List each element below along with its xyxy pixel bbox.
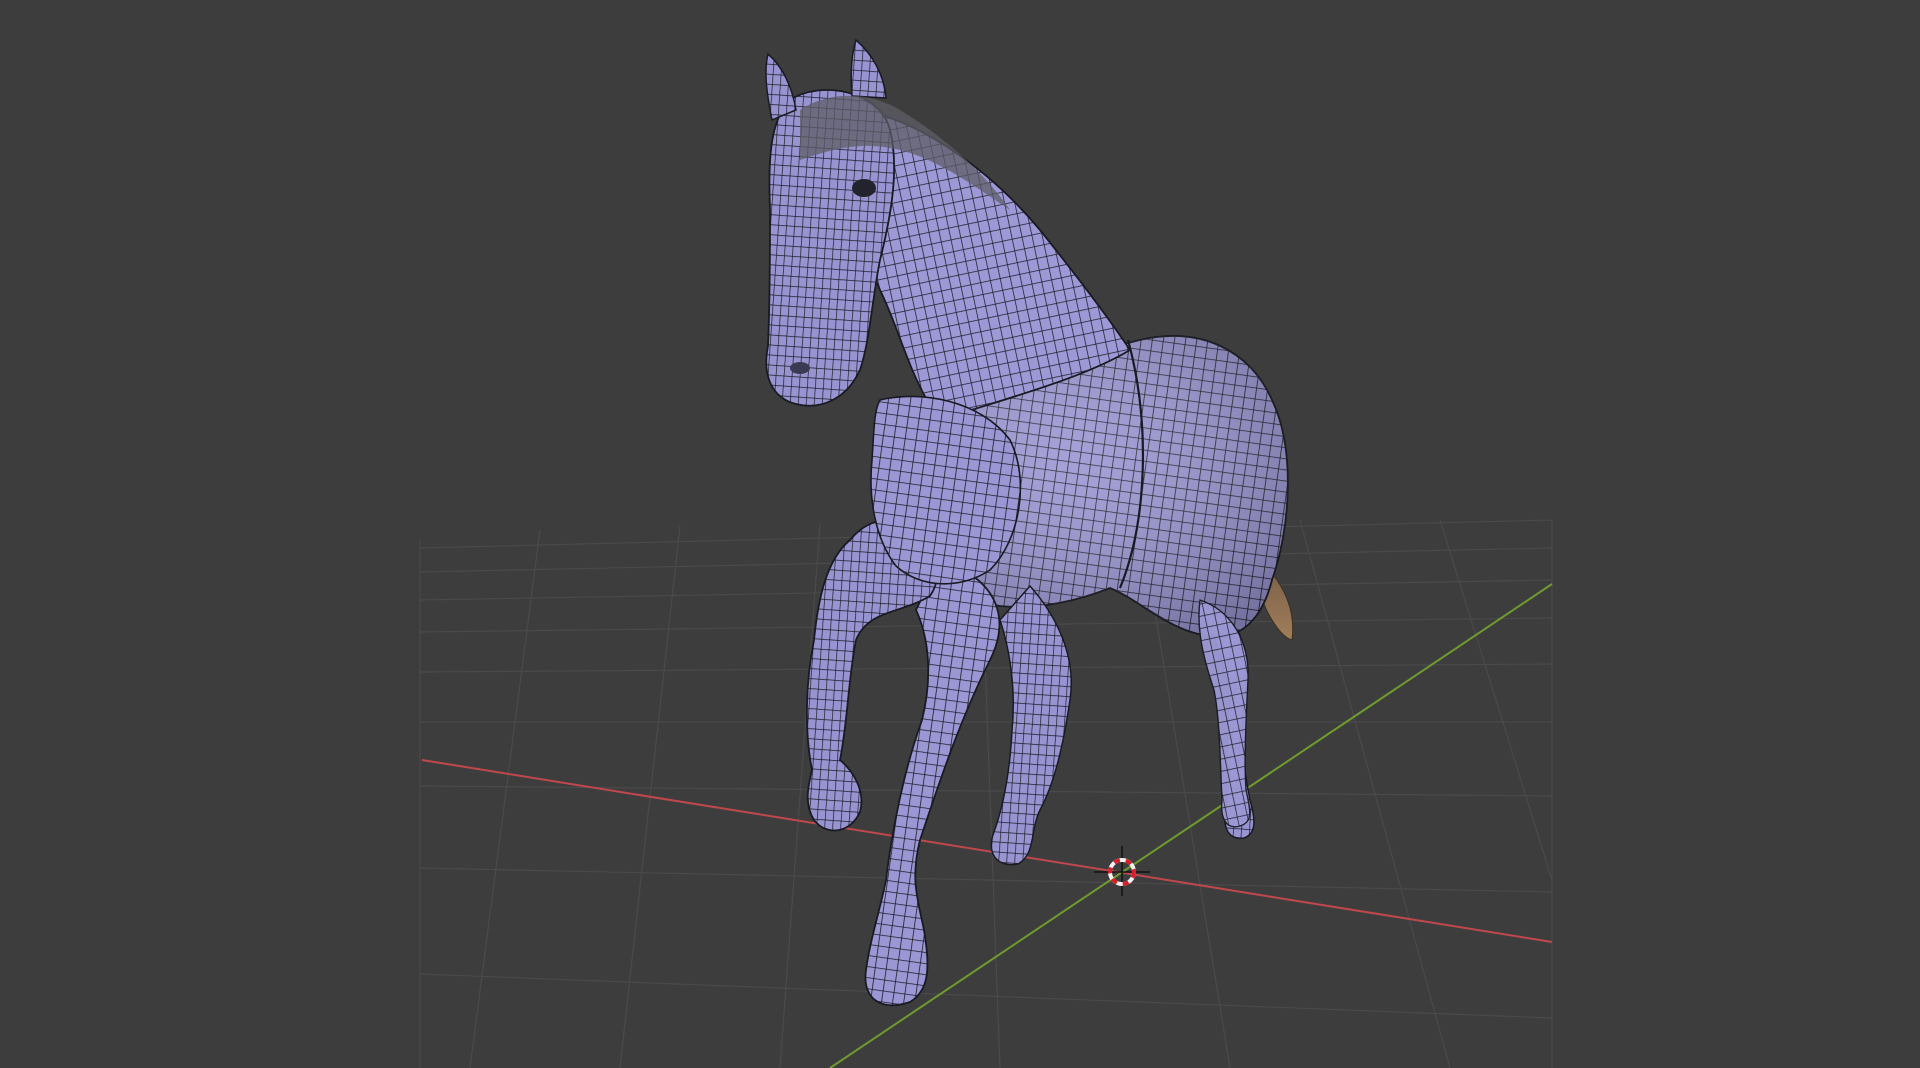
3d-cursor-icon[interactable]	[1094, 846, 1150, 896]
horse-ear-left	[765, 52, 797, 122]
horse-mesh[interactable]	[765, 38, 1294, 1007]
x-axis-line	[421, 759, 1553, 943]
viewport-scene[interactable]	[0, 0, 1920, 1068]
horse-nostril	[790, 362, 810, 374]
3d-viewport[interactable]	[0, 0, 1920, 1068]
horse-eye	[852, 179, 876, 197]
horse-ear-right	[850, 38, 887, 99]
horse-front-leg-far	[990, 584, 1072, 866]
